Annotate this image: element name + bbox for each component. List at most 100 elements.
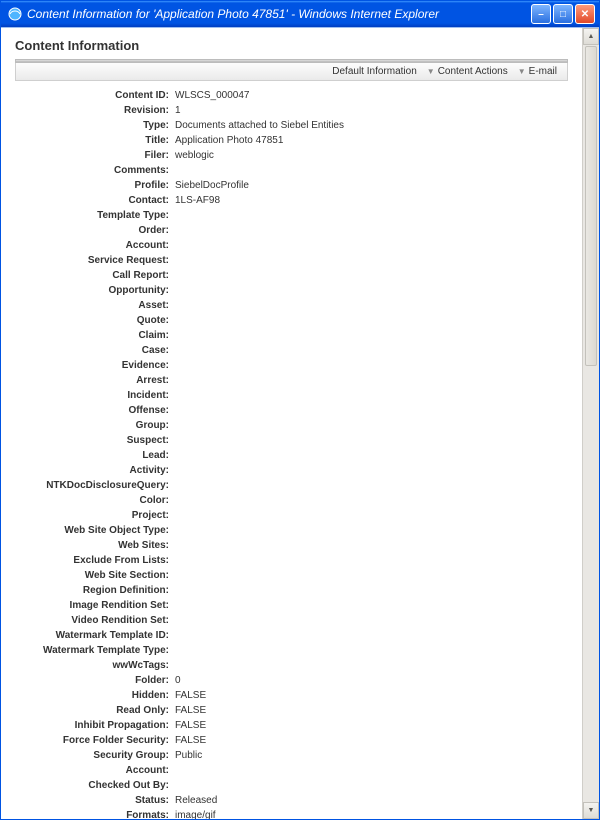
field-row: Read Only:FALSE [15,704,568,718]
field-row: Account: [15,764,568,778]
field-row: Call Report: [15,269,568,283]
field-row: Watermark Template Type: [15,644,568,658]
page-title: Content Information [15,38,568,53]
minimize-button[interactable]: – [531,4,551,24]
field-row: Force Folder Security:FALSE [15,734,568,748]
field-row: Web Site Section: [15,569,568,583]
field-label: Status: [15,794,175,808]
field-value: image/gif [175,809,216,819]
field-value: FALSE [175,704,206,718]
field-value: Public [175,749,202,763]
scroll-thumb[interactable] [585,46,597,366]
field-label: Claim: [15,329,175,343]
field-label: Watermark Template ID: [15,629,175,643]
field-row: Opportunity: [15,284,568,298]
field-row: Evidence: [15,359,568,373]
field-row: Project: [15,509,568,523]
window-titlebar: Content Information for 'Application Pho… [1,1,599,27]
field-value: FALSE [175,734,206,748]
field-row: Order: [15,224,568,238]
field-label: Account: [15,239,175,253]
menu-default-information[interactable]: Default Information [332,66,417,77]
field-row: Web Sites: [15,539,568,553]
field-row: Checked Out By: [15,779,568,793]
field-row: Watermark Template ID: [15,629,568,643]
field-label: Call Report: [15,269,175,283]
field-value: 1 [175,104,181,118]
field-row: Revision:1 [15,104,568,118]
field-row: Claim: [15,329,568,343]
field-label: Exclude From Lists: [15,554,175,568]
menu-email[interactable]: ▼ E-mail [518,66,557,77]
field-label: Account: [15,764,175,778]
window-buttons: – □ ✕ [531,4,595,24]
field-row: Exclude From Lists: [15,554,568,568]
field-label: Order: [15,224,175,238]
field-row: Hidden:FALSE [15,689,568,703]
field-row: Color: [15,494,568,508]
field-label: Force Folder Security: [15,734,175,748]
field-row: NTKDocDisclosureQuery: [15,479,568,493]
field-row: Inhibit Propagation:FALSE [15,719,568,733]
field-label: Formats: [15,809,175,819]
field-label: Video Rendition Set: [15,614,175,628]
field-row: Quote: [15,314,568,328]
field-row: Profile:SiebelDocProfile [15,179,568,193]
field-row: Comments: [15,164,568,178]
field-row: wwWcTags: [15,659,568,673]
chevron-down-icon: ▼ [427,67,435,76]
field-row: Service Request: [15,254,568,268]
field-row: Content ID:WLSCS_000047 [15,89,568,103]
field-label: Project: [15,509,175,523]
field-value: Documents attached to Siebel Entities [175,119,344,133]
field-label: Service Request: [15,254,175,268]
field-label: Contact: [15,194,175,208]
fields-list: Content ID:WLSCS_000047Revision:1Type:Do… [15,89,568,819]
field-row: Title:Application Photo 47851 [15,134,568,148]
scroll-down-button[interactable]: ▼ [583,802,599,819]
field-row: Incident: [15,389,568,403]
field-value: weblogic [175,149,214,163]
browser-window: Content Information for 'Application Pho… [0,0,600,820]
field-label: Opportunity: [15,284,175,298]
field-row: Contact:1LS-AF98 [15,194,568,208]
field-label: Read Only: [15,704,175,718]
content-pane: Content Information Default Information … [1,28,582,819]
field-row: Group: [15,419,568,433]
field-label: Region Definition: [15,584,175,598]
maximize-button[interactable]: □ [553,4,573,24]
field-row: Region Definition: [15,584,568,598]
field-label: Content ID: [15,89,175,103]
field-label: Evidence: [15,359,175,373]
field-row: Status:Released [15,794,568,808]
field-label: Case: [15,344,175,358]
menu-content-actions[interactable]: ▼ Content Actions [427,66,508,77]
field-label: Web Site Object Type: [15,524,175,538]
field-label: Security Group: [15,749,175,763]
field-row: Folder:0 [15,674,568,688]
field-label: wwWcTags: [15,659,175,673]
scroll-up-button[interactable]: ▲ [583,28,599,45]
field-row: Template Type: [15,209,568,223]
close-button[interactable]: ✕ [575,4,595,24]
field-row: Video Rendition Set: [15,614,568,628]
field-value: FALSE [175,719,206,733]
field-label: Color: [15,494,175,508]
vertical-scrollbar[interactable]: ▲ ▼ [582,28,599,819]
menu-label: Content Actions [438,66,508,77]
field-label: Lead: [15,449,175,463]
field-row: Type:Documents attached to Siebel Entiti… [15,119,568,133]
chevron-down-icon: ▼ [518,67,526,76]
field-row: Filer:weblogic [15,149,568,163]
field-label: Web Site Section: [15,569,175,583]
field-label: Profile: [15,179,175,193]
field-label: Arrest: [15,374,175,388]
field-label: Folder: [15,674,175,688]
field-label: Type: [15,119,175,133]
field-label: Checked Out By: [15,779,175,793]
menu-label: E-mail [529,66,557,77]
field-row: Formats:image/gif [15,809,568,819]
field-row: Security Group:Public [15,749,568,763]
field-label: Comments: [15,164,175,178]
field-row: Lead: [15,449,568,463]
